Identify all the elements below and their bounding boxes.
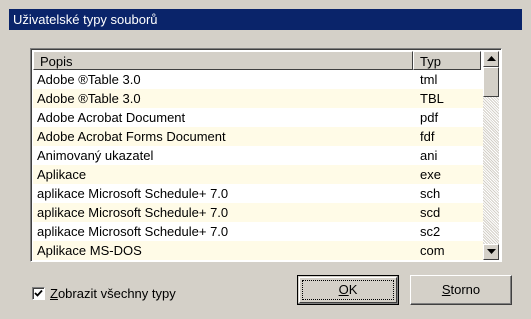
list-item[interactable]: aplikace Microsoft Schedule+ 7.0 sc2 xyxy=(33,222,483,241)
list-item[interactable]: Adobe ®Table 3.0 TBL xyxy=(33,89,483,108)
list-item[interactable]: Aplikace exe xyxy=(33,165,483,184)
item-extension: ani xyxy=(420,148,438,163)
storno-button[interactable]: Storno xyxy=(410,275,512,305)
window-title: Uživatelské typy souborů xyxy=(9,9,522,30)
item-description: aplikace Microsoft Schedule+ 7.0 xyxy=(37,205,229,220)
list-item[interactable]: Animovaný ukazatel ani xyxy=(33,146,483,165)
file-types-dialog: Uživatelské typy souborů Popis Typ Adobe… xyxy=(0,0,531,319)
list-rows: Adobe ®Table 3.0 tml Adobe ®Table 3.0 TB… xyxy=(33,70,483,260)
list-item[interactable]: Aplikace MS-DOS com xyxy=(33,241,483,260)
checkbox-box[interactable] xyxy=(32,287,45,300)
list-item[interactable]: aplikace Microsoft Schedule+ 7.0 scd xyxy=(33,203,483,222)
item-extension: fdf xyxy=(420,129,435,144)
item-extension: exe xyxy=(420,167,441,182)
scrollbar-thumb[interactable] xyxy=(483,67,499,97)
list-item[interactable]: Adobe ®Table 3.0 tml xyxy=(33,70,483,89)
item-extension: scd xyxy=(420,205,441,220)
scroll-up-button[interactable] xyxy=(483,51,499,67)
item-extension: sc2 xyxy=(420,224,441,239)
ok-button[interactable]: OK xyxy=(297,275,399,305)
item-extension: TBL xyxy=(420,91,444,106)
checkmark-icon xyxy=(34,289,43,297)
item-description: Animovaný ukazatel xyxy=(37,148,154,163)
item-description: Aplikace MS-DOS xyxy=(37,243,142,258)
item-description: Aplikace xyxy=(37,167,87,182)
arrow-up-icon xyxy=(487,56,496,61)
list-item[interactable]: aplikace Microsoft Schedule+ 7.0 sch xyxy=(33,184,483,203)
item-extension: tml xyxy=(420,72,438,87)
item-extension: sch xyxy=(420,186,441,201)
file-types-list[interactable]: Popis Typ Adobe ®Table 3.0 tml Adobe ®Ta… xyxy=(30,48,502,262)
list-item[interactable]: Adobe Acrobat Document pdf xyxy=(33,108,483,127)
show-all-types-label: Zobrazit všechny typy xyxy=(50,286,176,301)
item-description: Adobe ®Table 3.0 xyxy=(37,72,141,87)
item-extension: com xyxy=(420,243,445,258)
item-extension: pdf xyxy=(420,110,439,125)
vertical-scrollbar[interactable] xyxy=(483,51,499,260)
list-item[interactable]: Adobe Acrobat Forms Document fdf xyxy=(33,127,483,146)
item-description: aplikace Microsoft Schedule+ 7.0 xyxy=(37,186,229,201)
item-description: Adobe Acrobat Forms Document xyxy=(37,129,226,144)
scroll-down-button[interactable] xyxy=(483,244,499,260)
item-description: Adobe Acrobat Document xyxy=(37,110,186,125)
item-description: aplikace Microsoft Schedule+ 7.0 xyxy=(37,224,229,239)
column-header-popis[interactable]: Popis xyxy=(33,51,413,70)
item-description: Adobe ®Table 3.0 xyxy=(37,91,141,106)
arrow-down-icon xyxy=(487,249,496,254)
column-header-typ[interactable]: Typ xyxy=(413,51,481,70)
